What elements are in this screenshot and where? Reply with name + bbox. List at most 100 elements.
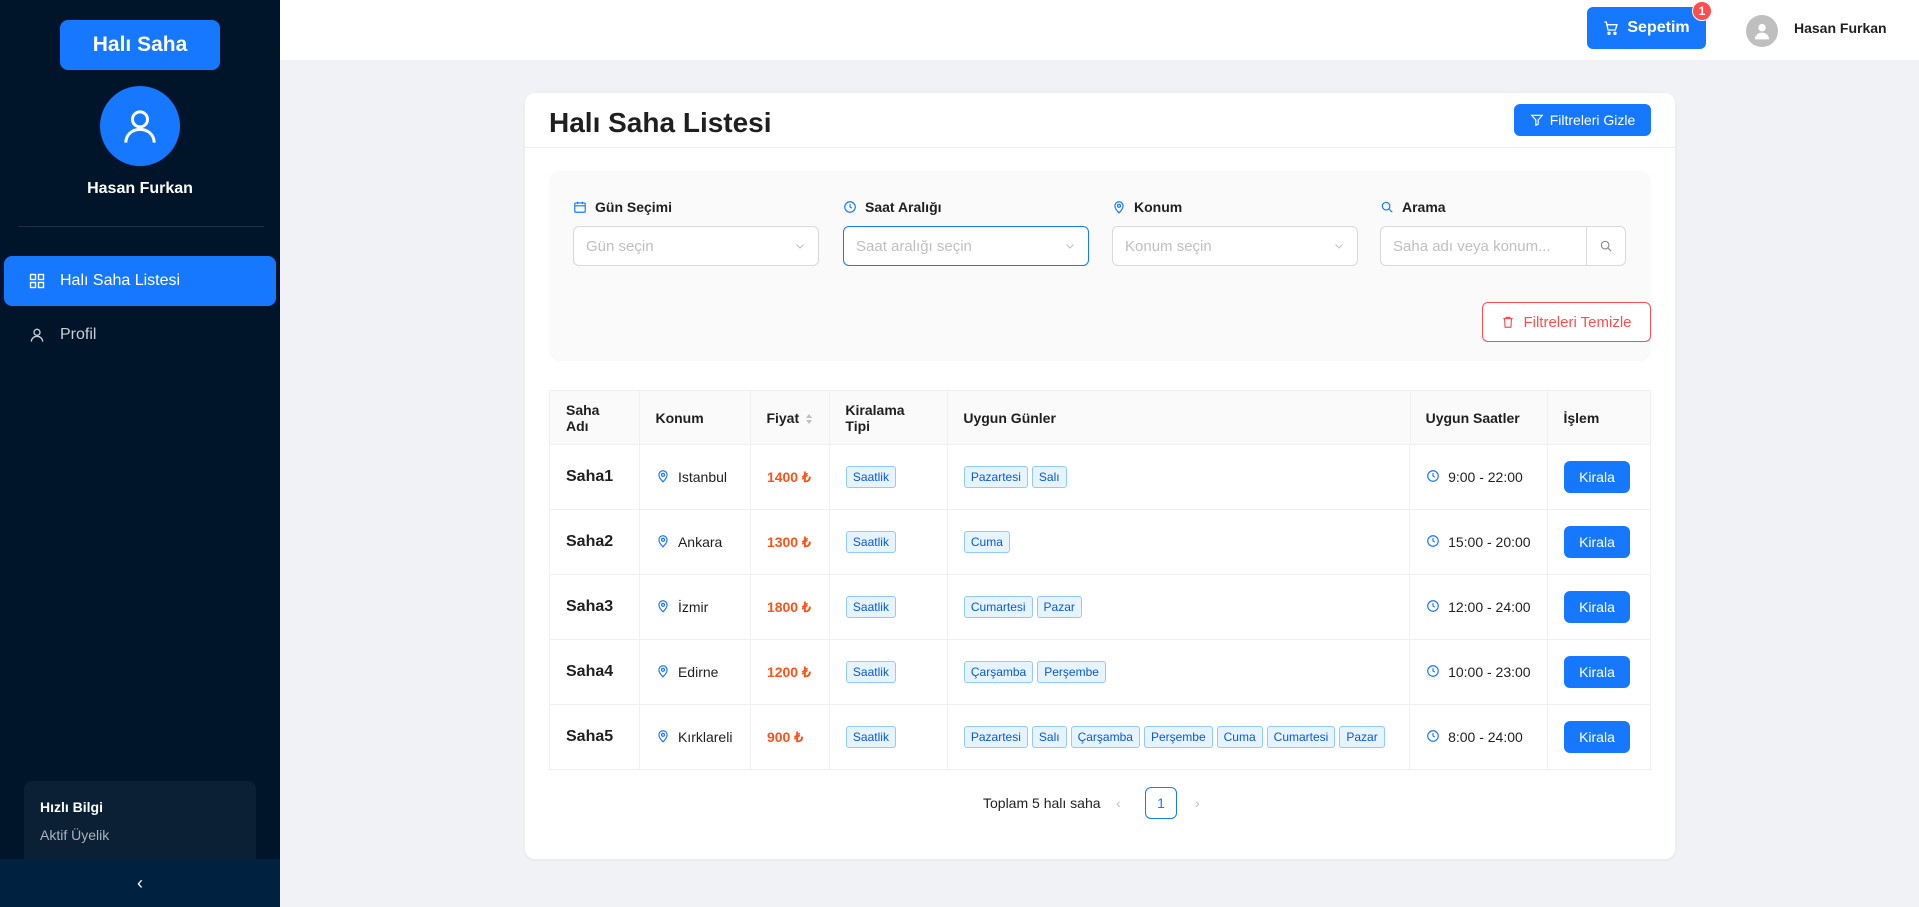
day-tag: Perşembe <box>1037 661 1106 683</box>
user-avatar <box>100 86 180 166</box>
cell-rental-type: Saatlik <box>828 639 948 705</box>
search-input[interactable] <box>1380 226 1586 266</box>
time-select[interactable]: Saat aralığı seçin <box>843 226 1089 266</box>
location-pin-icon <box>656 664 670 681</box>
rent-button[interactable]: Kirala <box>1563 656 1630 688</box>
cart-button[interactable]: Sepetim <box>1587 7 1706 49</box>
cart-label: Sepetim <box>1627 19 1690 36</box>
grid-icon <box>28 272 46 290</box>
column-header-rental-type: Kiralama Tipi <box>829 390 948 445</box>
cell-rental-type: Saatlik <box>828 444 948 510</box>
cell-available-hours: 12:00 - 24:00 <box>1409 574 1548 640</box>
location-select[interactable]: Konum seçin <box>1112 226 1358 266</box>
brand-logo[interactable]: Halı Saha <box>60 20 220 70</box>
day-tag: Pazar <box>1339 726 1385 748</box>
field-hours: 15:00 - 20:00 <box>1448 534 1531 550</box>
rent-button[interactable]: Kirala <box>1563 461 1630 493</box>
sidebar-item-hali-saha-listesi[interactable]: Halı Saha Listesi <box>4 256 276 306</box>
sidebar-item-label: Halı Saha Listesi <box>60 272 181 289</box>
clear-filters-button[interactable]: Filtreleri Temizle <box>1482 302 1651 342</box>
field-name: Saha5 <box>566 728 614 745</box>
rental-type-tag: Saatlik <box>845 596 896 618</box>
clear-filters-label: Filtreleri Temizle <box>1523 313 1632 331</box>
column-header-price[interactable]: Fiyat <box>750 390 830 445</box>
day-tag: Perşembe <box>1143 726 1213 748</box>
field-name: Saha3 <box>566 598 614 615</box>
field-list-card: Halı Saha Listesi Filtreleri Gizle Gün S… <box>525 93 1675 859</box>
cell-available-hours: 15:00 - 20:00 <box>1409 509 1548 575</box>
time-filter-label: Saat Aralığı <box>843 199 942 215</box>
cell-name: Saha1 <box>549 444 640 510</box>
cell-action: Kirala <box>1546 639 1652 705</box>
cart-count-badge: 1 <box>1692 1 1712 21</box>
sidebar-item-profil[interactable]: Profil <box>4 310 276 360</box>
pagination-next-button[interactable]: › <box>1195 795 1200 811</box>
clock-icon <box>1426 729 1440 746</box>
cell-name: Saha4 <box>549 639 640 705</box>
rent-button[interactable]: Kirala <box>1563 591 1630 623</box>
sidebar-item-label: Profil <box>60 326 97 343</box>
day-select[interactable]: Gün seçin <box>573 226 819 266</box>
field-hours: 9:00 - 22:00 <box>1448 469 1523 485</box>
page-title: Halı Saha Listesi <box>549 107 772 138</box>
sidebar-collapse-button[interactable]: ‹ <box>0 859 280 907</box>
time-select-placeholder: Saat aralığı seçin <box>856 237 972 255</box>
filter-panel: Gün Seçimi Gün seçin Saat Aralığı Saat a… <box>549 171 1651 361</box>
header-avatar[interactable] <box>1746 15 1778 47</box>
day-tag: Pazartesi <box>963 466 1028 488</box>
sort-icon[interactable] <box>805 413 813 425</box>
field-hours: 10:00 - 23:00 <box>1448 664 1531 680</box>
rent-button[interactable]: Kirala <box>1563 526 1630 558</box>
chevron-left-icon: ‹ <box>137 872 143 893</box>
field-location: İzmir <box>677 599 709 615</box>
table-row: Saha5 Kırklareli 900 ₺ Saatlik Pazartesi… <box>549 704 1652 770</box>
field-price: 1400 ₺ <box>766 468 811 485</box>
column-header-available-days: Uygun Günler <box>947 390 1410 445</box>
cell-location: Edirne <box>638 639 751 705</box>
cell-location: Kırklareli <box>638 704 751 770</box>
cell-price: 1200 ₺ <box>749 639 830 705</box>
rent-button[interactable]: Kirala <box>1563 721 1630 753</box>
cell-action: Kirala <box>1546 444 1652 510</box>
cell-price: 900 ₺ <box>749 704 830 770</box>
day-tag: Çarşamba <box>963 661 1034 683</box>
search-icon <box>1600 240 1612 252</box>
trash-icon <box>1503 316 1514 328</box>
cell-name: Saha3 <box>549 574 640 640</box>
day-tag: Cuma <box>1216 726 1263 748</box>
clock-icon <box>1426 599 1440 616</box>
cell-available-days: Çarşamba Perşembe <box>946 639 1410 705</box>
field-price: 1200 ₺ <box>766 663 811 680</box>
table-header-row: Saha Adı Konum Fiyat Kiralama Tipi Uygun… <box>549 390 1652 445</box>
rental-type-tag: Saatlik <box>845 726 896 748</box>
cell-available-days: Cumartesi Pazar <box>946 574 1410 640</box>
pagination-prev-button[interactable]: ‹ <box>1116 795 1121 811</box>
field-name: Saha1 <box>566 468 614 485</box>
cell-price: 1300 ₺ <box>749 509 830 575</box>
cell-rental-type: Saatlik <box>828 574 948 640</box>
field-price: 1800 ₺ <box>766 598 811 615</box>
table-row: Saha3 İzmir 1800 ₺ Saatlik Cumartesi Paza… <box>549 574 1652 640</box>
clock-icon <box>844 201 856 213</box>
hide-filters-button[interactable]: Filtreleri Gizle <box>1514 104 1651 136</box>
cell-action: Kirala <box>1546 704 1652 770</box>
column-header-location: Konum <box>639 390 751 445</box>
field-location: Istanbul <box>677 469 728 485</box>
day-tag: Salı <box>1031 466 1067 488</box>
search-button[interactable] <box>1586 226 1626 266</box>
day-select-placeholder: Gün seçin <box>586 237 654 255</box>
chevron-down-icon <box>1066 244 1074 249</box>
cell-location: Istanbul <box>638 444 751 510</box>
header-user-name[interactable]: Hasan Furkan <box>1794 20 1887 36</box>
chevron-down-icon <box>796 244 804 249</box>
field-location: Kırklareli <box>677 729 733 745</box>
cell-rental-type: Saatlik <box>828 509 948 575</box>
location-select-placeholder: Konum seçin <box>1125 237 1212 255</box>
field-location: Ankara <box>677 534 723 550</box>
cell-rental-type: Saatlik <box>828 704 948 770</box>
column-header-available-hours: Uygun Saatler <box>1409 390 1548 445</box>
hide-filters-label: Filtreleri Gizle <box>1549 112 1636 128</box>
field-location: Edirne <box>677 664 719 680</box>
cell-location: Ankara <box>638 509 751 575</box>
pagination-page-1[interactable]: 1 <box>1145 787 1177 819</box>
